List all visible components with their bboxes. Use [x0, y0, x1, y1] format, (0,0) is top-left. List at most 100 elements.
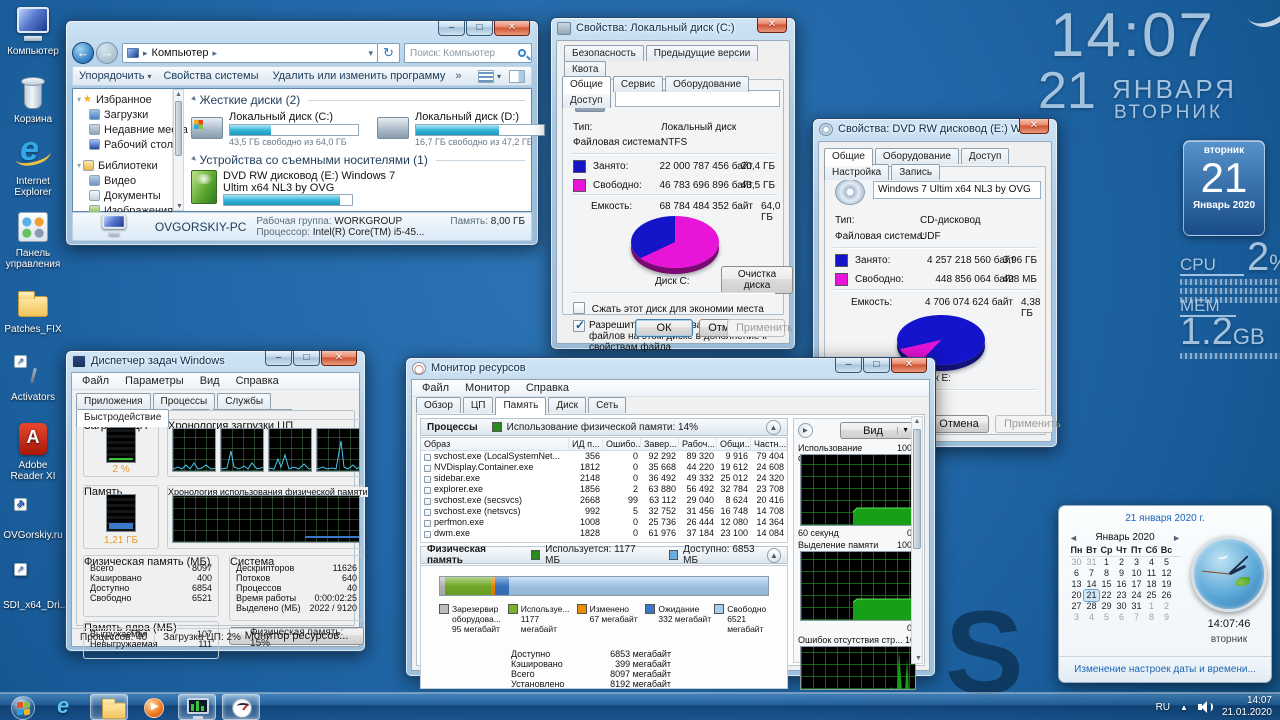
tab-Сервис[interactable]: Сервис	[613, 76, 663, 92]
process-row[interactable]: svchost.exe (netsvcs)992532 75231 45616 …	[421, 506, 787, 517]
tab-Быстродействие[interactable]: Быстродействие	[76, 409, 169, 427]
desktop-icon-folder[interactable]: Patches_FIX	[3, 284, 63, 335]
uninstall-program-button[interactable]: Удалить или изменить программу	[273, 70, 446, 82]
tab-ЦП[interactable]: ЦП	[463, 397, 494, 413]
section-header[interactable]: Жесткие диски (2)	[200, 93, 301, 107]
views-caret-icon[interactable]: ▾	[497, 72, 501, 81]
calendar-day[interactable]: 20	[1069, 590, 1084, 601]
collapse-chevron-icon[interactable]: ▲	[766, 420, 781, 435]
process-checkbox[interactable]	[424, 531, 431, 538]
address-bar[interactable]: ▸ Компьютер ▸ ▾	[122, 43, 378, 63]
disk-cleanup-button[interactable]: Очистка диска	[721, 266, 793, 294]
process-checkbox[interactable]	[424, 465, 431, 472]
process-checkbox[interactable]	[424, 454, 431, 461]
calendar-day[interactable]: 2	[1114, 557, 1129, 568]
calendar-day[interactable]: 30	[1114, 601, 1129, 612]
calendar-day[interactable]: 10	[1129, 568, 1144, 579]
sidebar-item-Избранное[interactable]: ▾★Избранное	[77, 92, 172, 107]
calendar-day[interactable]: 3	[1129, 557, 1144, 568]
search-input[interactable]: Поиск: Компьютер	[410, 48, 518, 59]
menu-file[interactable]: Файл	[74, 374, 117, 388]
tab-Безопасность[interactable]: Безопасность	[564, 45, 644, 61]
process-row[interactable]: dwm.exe1828061 97637 18423 10014 084	[421, 528, 787, 539]
taskbar-media-player-button[interactable]: ▶	[134, 694, 172, 720]
refresh-button[interactable]: ↻	[378, 43, 400, 63]
forward-button[interactable]: →	[96, 42, 118, 64]
next-month-icon[interactable]: ►	[1172, 533, 1181, 543]
menu-file[interactable]: Файл	[414, 381, 457, 395]
index-checkbox[interactable]	[573, 320, 585, 332]
calendar-day[interactable]: 4	[1084, 612, 1099, 623]
calendar-day[interactable]: 22	[1099, 590, 1114, 601]
section-collapse-icon[interactable]: ▸	[187, 153, 200, 166]
expand-chevron-icon[interactable]: ▲	[798, 423, 813, 438]
close-button[interactable]: ✕	[321, 351, 357, 366]
calendar-day[interactable]: 19	[1159, 579, 1174, 590]
calendar-day[interactable]: 23	[1114, 590, 1129, 601]
close-button[interactable]: ✕	[757, 18, 787, 33]
hidden-icons-chevron[interactable]: ▲	[1180, 703, 1188, 712]
compress-checkbox[interactable]	[573, 302, 585, 314]
tab-Квота[interactable]: Квота	[564, 61, 606, 77]
column-header-Частн...[interactable]: Частн...	[751, 438, 787, 450]
desktop-icon-recycle[interactable]: Корзина	[3, 74, 63, 125]
calendar-day[interactable]: 1	[1099, 557, 1114, 568]
apply-button[interactable]: Применить	[995, 415, 1053, 433]
menu-help[interactable]: Справка	[518, 381, 577, 395]
calendar-day[interactable]: 5	[1099, 612, 1114, 623]
language-indicator[interactable]: RU	[1156, 702, 1170, 713]
drive-name[interactable]: Локальный диск (D:)	[415, 111, 557, 123]
search-box[interactable]: Поиск: Компьютер	[404, 43, 532, 63]
compress-checkbox-label[interactable]: Сжать этот диск для экономии места	[592, 304, 764, 315]
process-row[interactable]: svchost.exe (secsvcs)26689963 11229 0408…	[421, 495, 787, 506]
process-checkbox[interactable]	[424, 498, 431, 505]
calendar-month-title[interactable]: Январь 2020	[1078, 532, 1172, 543]
close-button[interactable]: ✕	[494, 21, 530, 36]
volume-icon[interactable]	[1198, 701, 1212, 713]
calendar-day[interactable]: 26	[1159, 590, 1174, 601]
scroll-down-icon[interactable]: ▼	[915, 655, 922, 662]
breadcrumb[interactable]: Компьютер	[152, 47, 209, 59]
calendar-day[interactable]: 7	[1084, 568, 1099, 579]
sidebar-item-Документы[interactable]: Документы	[77, 188, 172, 203]
desktop-icon-ovg[interactable]: OVGorskiy.ru	[3, 490, 63, 541]
calendar-day[interactable]: 3	[1069, 612, 1084, 623]
taskbar-explorer-button[interactable]	[90, 694, 128, 720]
tab-Предыдущие версии[interactable]: Предыдущие версии	[646, 45, 759, 61]
clock-calendar-flyout[interactable]: 21 января 2020 г. ◄ Январь 2020 ► ПнВтСр…	[1058, 505, 1272, 683]
column-header-Завер...[interactable]: Завер...	[641, 438, 679, 450]
breadcrumb-arrow-icon[interactable]: ▸	[212, 48, 217, 59]
drive-name[interactable]: Локальный диск (C:)	[229, 111, 371, 123]
minimize-button[interactable]: –	[835, 358, 862, 373]
maximize-button[interactable]: □	[466, 21, 493, 36]
sidebar-item-Недавние места[interactable]: Недавние места	[77, 122, 172, 137]
calendar-day[interactable]: 8	[1144, 612, 1159, 623]
section-header[interactable]: Устройства со съемными носителями (1)	[200, 153, 428, 167]
calendar-day[interactable]: 6	[1114, 612, 1129, 623]
drive-item[interactable]: Локальный диск (D:)16,7 ГБ свободно из 4…	[377, 111, 557, 147]
desktop-icon-activators[interactable]: Activators	[3, 352, 63, 403]
menu-options[interactable]: Параметры	[117, 374, 192, 388]
calendar-day[interactable]: 2	[1159, 601, 1174, 612]
tab-Приложения[interactable]: Приложения	[76, 393, 151, 409]
calendar-day[interactable]: 31	[1084, 557, 1099, 568]
taskbar-resource-monitor-button[interactable]	[222, 694, 260, 720]
scroll-thumb[interactable]	[913, 429, 921, 549]
collapse-chevron-icon[interactable]: ▲	[767, 548, 781, 563]
calendar-day[interactable]: 25	[1144, 590, 1159, 601]
views-button[interactable]	[478, 70, 494, 83]
calendar-day[interactable]: 11	[1144, 568, 1159, 579]
sidebar-item-Загрузки[interactable]: Загрузки	[77, 107, 172, 122]
address-dropdown-icon[interactable]: ▾	[368, 48, 373, 59]
maximize-button[interactable]: □	[293, 351, 320, 366]
desktop-icon-computer[interactable]: Компьютер	[3, 6, 63, 57]
drive-item[interactable]: Локальный диск (C:)43,5 ГБ свободно из 6…	[191, 111, 371, 147]
column-header-Рабоч...[interactable]: Рабоч...	[679, 438, 717, 450]
expand-arrow-icon[interactable]: ▾	[77, 95, 81, 104]
menu-view[interactable]: Вид	[192, 374, 228, 388]
search-icon[interactable]	[518, 49, 526, 57]
calendar-day[interactable]: 12	[1159, 568, 1174, 579]
organize-caret-icon[interactable]: ▾	[147, 72, 151, 81]
calendar-day[interactable]: 24	[1129, 590, 1144, 601]
calendar-day-selected[interactable]: 21	[1084, 590, 1099, 601]
